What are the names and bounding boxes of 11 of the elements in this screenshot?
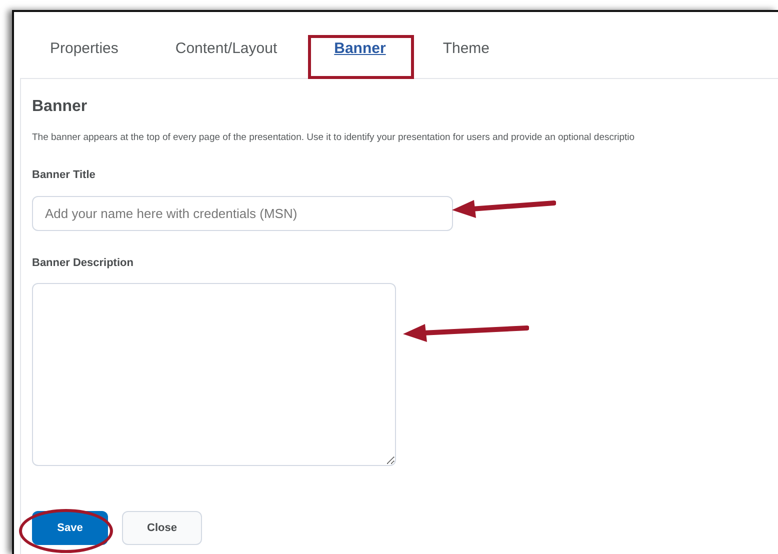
field-label: Banner Title xyxy=(32,168,96,184)
tab[interactable]: Properties xyxy=(36,38,132,60)
tab[interactable]: Theme xyxy=(428,38,504,60)
close-button[interactable]: Close xyxy=(122,511,202,546)
banner-title-field[interactable]: Add your name here with credentials (MSN) xyxy=(32,196,453,231)
save-button[interactable]: Save xyxy=(32,511,108,546)
tab[interactable]: Content/Layout xyxy=(161,38,292,60)
section-description: The banner appears at the top of every page of the presentation. Use it to identify your presentation for users and provide an optional descriptio xyxy=(32,131,636,145)
field-label: Banner Description xyxy=(32,256,134,271)
tab[interactable]: Banner xyxy=(320,38,400,60)
section-title: Banner xyxy=(32,97,88,117)
